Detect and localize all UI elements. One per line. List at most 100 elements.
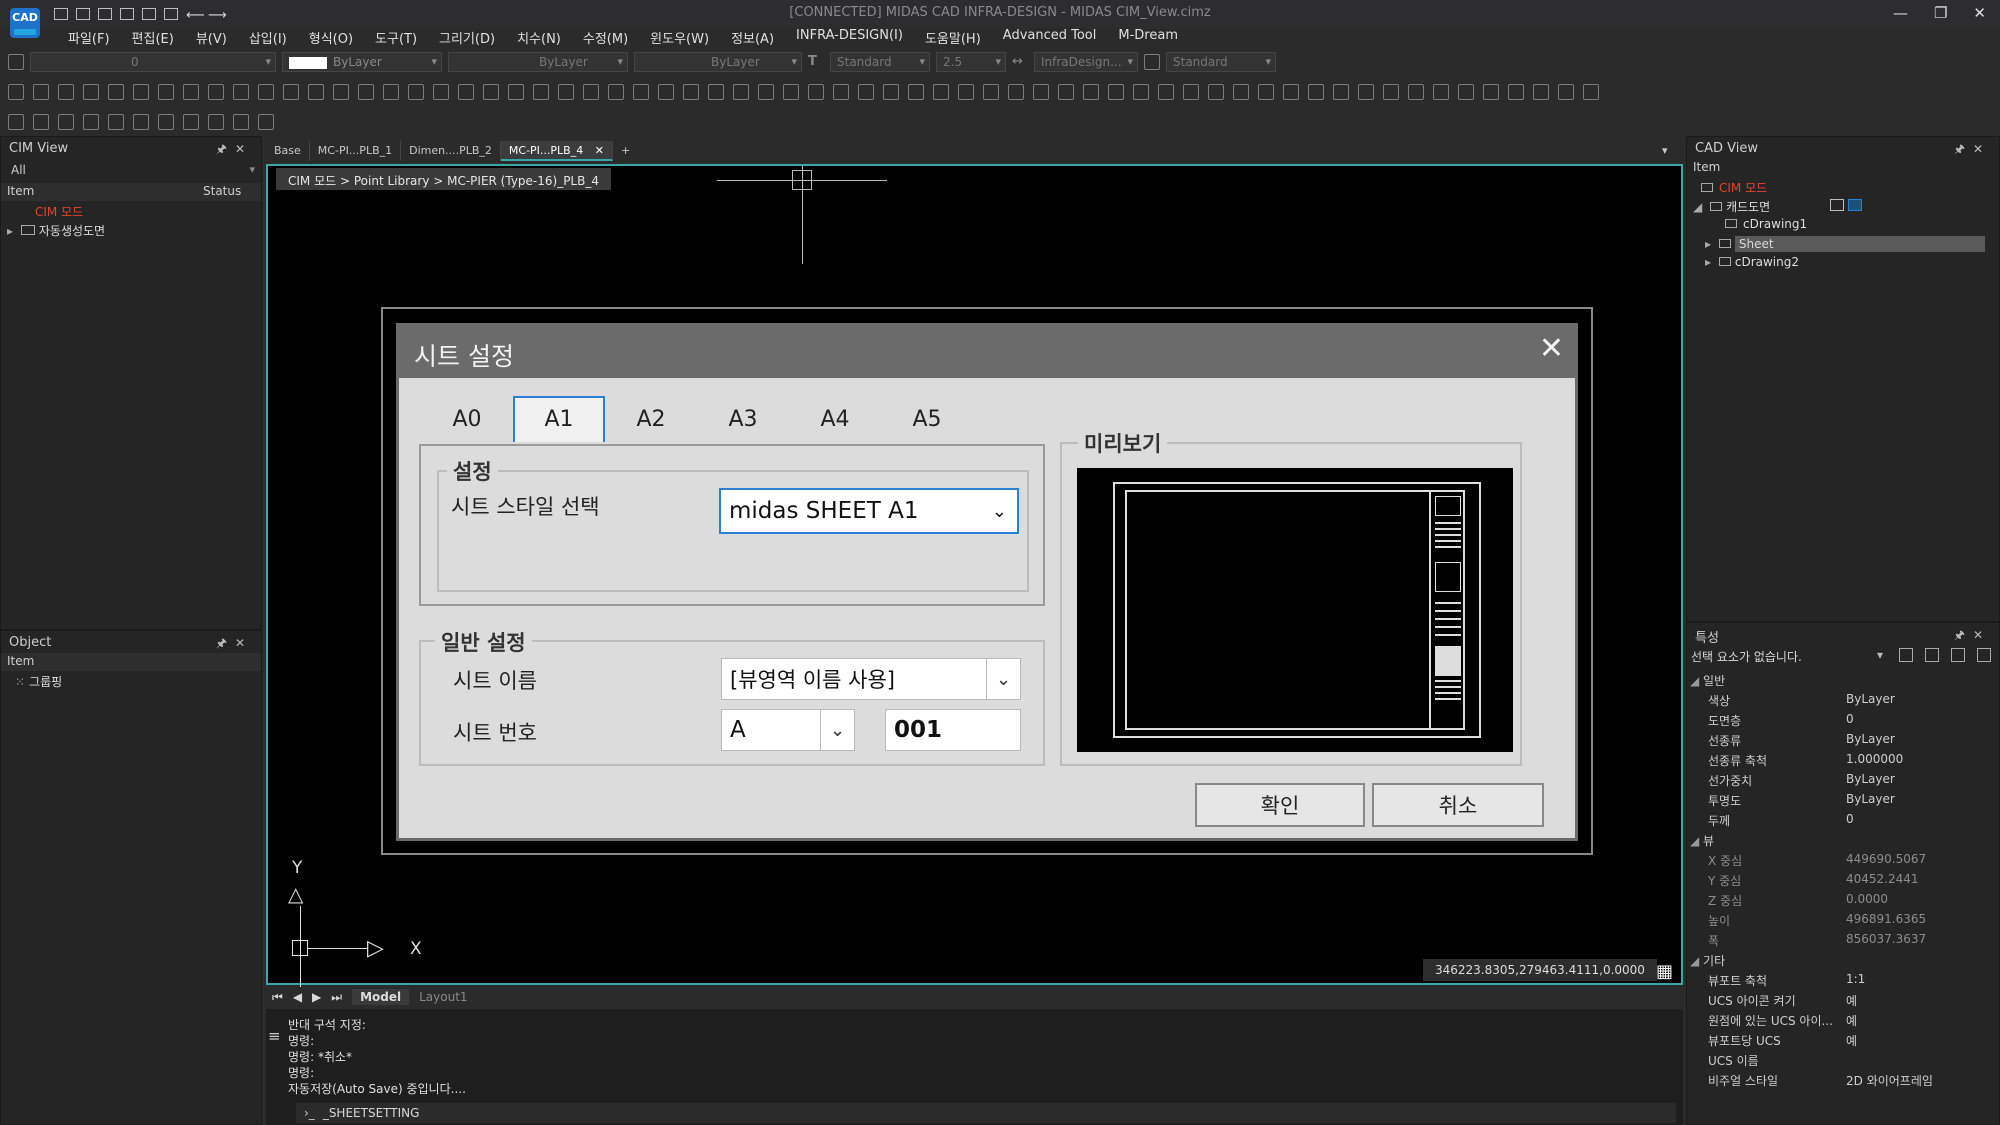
close-icon[interactable]: ✕ [235,636,253,650]
prev-layout-icon[interactable]: ◀ [293,990,302,1004]
layer-combo[interactable]: 0 [30,52,276,72]
draw-tool-icon[interactable] [183,84,199,100]
first-layout-icon[interactable]: ⏮ [272,990,283,1005]
tree-item-cad-drawings[interactable]: ◢ 캐드도면 [1687,196,1999,215]
draw-tool-icon[interactable] [1358,84,1374,100]
minimize-button[interactable]: — [1893,4,1908,22]
snap-tool-icon[interactable] [258,114,274,130]
linetype-combo[interactable]: ByLayer [448,52,628,72]
draw-tool-icon[interactable] [508,84,524,100]
command-input[interactable]: ›_ _SHEETSETTING [296,1103,1676,1123]
draw-tool-icon[interactable] [1483,84,1499,100]
draw-tool-icon[interactable] [358,84,374,100]
menu-m-dream[interactable]: M-Dream [1118,28,1178,50]
tab-plb-2[interactable]: Dimen....PLB_2 [401,141,501,161]
property-row[interactable]: 뷰포트당 UCS 예 [1688,1032,1998,1051]
menu-file[interactable]: 파일(F) [68,28,110,50]
draw-tool-icon[interactable] [1508,84,1524,100]
draw-tool-icon[interactable] [1058,84,1074,100]
draw-tool-icon[interactable] [1258,84,1274,100]
sheet-number-prefix-select[interactable]: A ⌄ [721,709,855,751]
draw-tool-icon[interactable] [1283,84,1299,100]
collapse-icon[interactable]: ◢ [1690,954,1703,968]
draw-tool-icon[interactable] [1233,84,1249,100]
draw-tool-icon[interactable] [1333,84,1349,100]
lineweight-combo[interactable]: ByLayer [634,52,802,72]
table-style-icon[interactable] [1144,54,1160,70]
draw-tool-icon[interactable] [1083,84,1099,100]
cancel-button[interactable]: 취소 [1372,783,1544,827]
selection-combo[interactable]: 선택 요소가 없습니다. ▾ [1687,645,1999,667]
property-row[interactable]: 선종류 축척 1.000000 [1688,752,1998,771]
menu-draw[interactable]: 그리기(D) [439,28,495,50]
cim-filter-combo[interactable]: All [5,161,259,181]
close-icon[interactable]: ✕ [1973,142,1991,156]
draw-tool-icon[interactable] [408,84,424,100]
expand-icon[interactable]: ▸ [1705,255,1711,269]
property-row[interactable]: 선가중치 ByLayer [1688,772,1998,791]
restore-button[interactable]: ❐ [1934,4,1947,22]
property-row[interactable]: Z 중심 0.0000 [1688,892,1998,911]
draw-tool-icon[interactable] [1183,84,1199,100]
draw-tool-icon[interactable] [208,84,224,100]
menu-edit[interactable]: 편집(E) [132,28,174,50]
close-tab-icon[interactable]: ✕ [595,144,604,157]
snap-tool-icon[interactable] [158,114,174,130]
close-window-button[interactable]: ✕ [1973,4,1986,22]
tab-a5[interactable]: A5 [881,398,973,442]
ok-button[interactable]: 확인 [1195,783,1365,827]
menu-info[interactable]: 정보(A) [731,28,774,50]
tab-a4[interactable]: A4 [789,398,881,442]
layer-manager-icon[interactable] [8,54,24,70]
pin-icon[interactable]: 🖈 [1954,628,1973,642]
draw-tool-icon[interactable] [483,84,499,100]
draw-tool-icon[interactable] [608,84,624,100]
draw-tool-icon[interactable] [1158,84,1174,100]
draw-tool-icon[interactable] [1533,84,1549,100]
collapse-icon[interactable]: ◢ [1690,834,1703,848]
sheet-number-input[interactable]: 001 [885,709,1021,751]
property-row[interactable]: 색상 ByLayer [1688,692,1998,711]
plot-icon[interactable] [164,8,178,20]
tab-base[interactable]: Base [266,141,310,161]
draw-tool-icon[interactable] [633,84,649,100]
close-icon[interactable]: ✕ [235,142,253,156]
color-combo[interactable]: ByLayer [282,52,442,72]
collapse-icon[interactable]: ◢ [1693,200,1702,214]
snap-tool-icon[interactable] [83,114,99,130]
property-row[interactable]: UCS 이름 [1688,1052,1998,1071]
property-row[interactable]: 선종류 ByLayer [1688,732,1998,751]
draw-tool-icon[interactable] [883,84,899,100]
draw-tool-icon[interactable] [108,84,124,100]
tree-item-grouping[interactable]: ⁙ 그룹핑 [1,671,261,690]
draw-tool-icon[interactable] [533,84,549,100]
draw-tool-icon[interactable] [583,84,599,100]
menu-infra-design[interactable]: INFRA-DESIGN(I) [796,28,903,50]
toggle-pickadd-icon[interactable] [1977,648,1991,662]
expand-icon[interactable]: ▸ [7,224,13,238]
property-row[interactable]: 원점에 있는 UCS 아이... 예 [1688,1012,1998,1031]
tab-model[interactable]: Model [352,989,410,1005]
tree-item-cim-mode[interactable]: CIM 모드 [1687,177,1999,196]
dim-style-combo[interactable]: InfraDesign... [1034,52,1138,72]
next-layout-icon[interactable]: ▶ [312,990,321,1004]
draw-tool-icon[interactable] [308,84,324,100]
draw-tool-icon[interactable] [558,84,574,100]
menu-modify[interactable]: 수정(M) [583,28,628,50]
add-tab-button[interactable]: + [612,141,639,161]
draw-tool-icon[interactable] [1308,84,1324,100]
draw-tool-icon[interactable] [283,84,299,100]
snap-tool-icon[interactable] [133,114,149,130]
draw-tool-icon[interactable] [733,84,749,100]
draw-tool-icon[interactable] [958,84,974,100]
menu-insert[interactable]: 삽입(I) [249,28,287,50]
draw-tool-icon[interactable] [683,84,699,100]
save-icon[interactable] [98,8,112,20]
pin-icon[interactable]: 🖈 [216,636,235,650]
tab-plb-1[interactable]: MC-PI...PLB_1 [309,141,402,161]
quick-select-icon[interactable] [1925,648,1939,662]
draw-tool-icon[interactable] [1558,84,1574,100]
property-row[interactable]: 비주얼 스타일 2D 와이어프레임 [1688,1072,1998,1091]
pick-icon[interactable] [1951,648,1965,662]
property-section-general[interactable]: ◢ 일반 [1690,672,1725,689]
